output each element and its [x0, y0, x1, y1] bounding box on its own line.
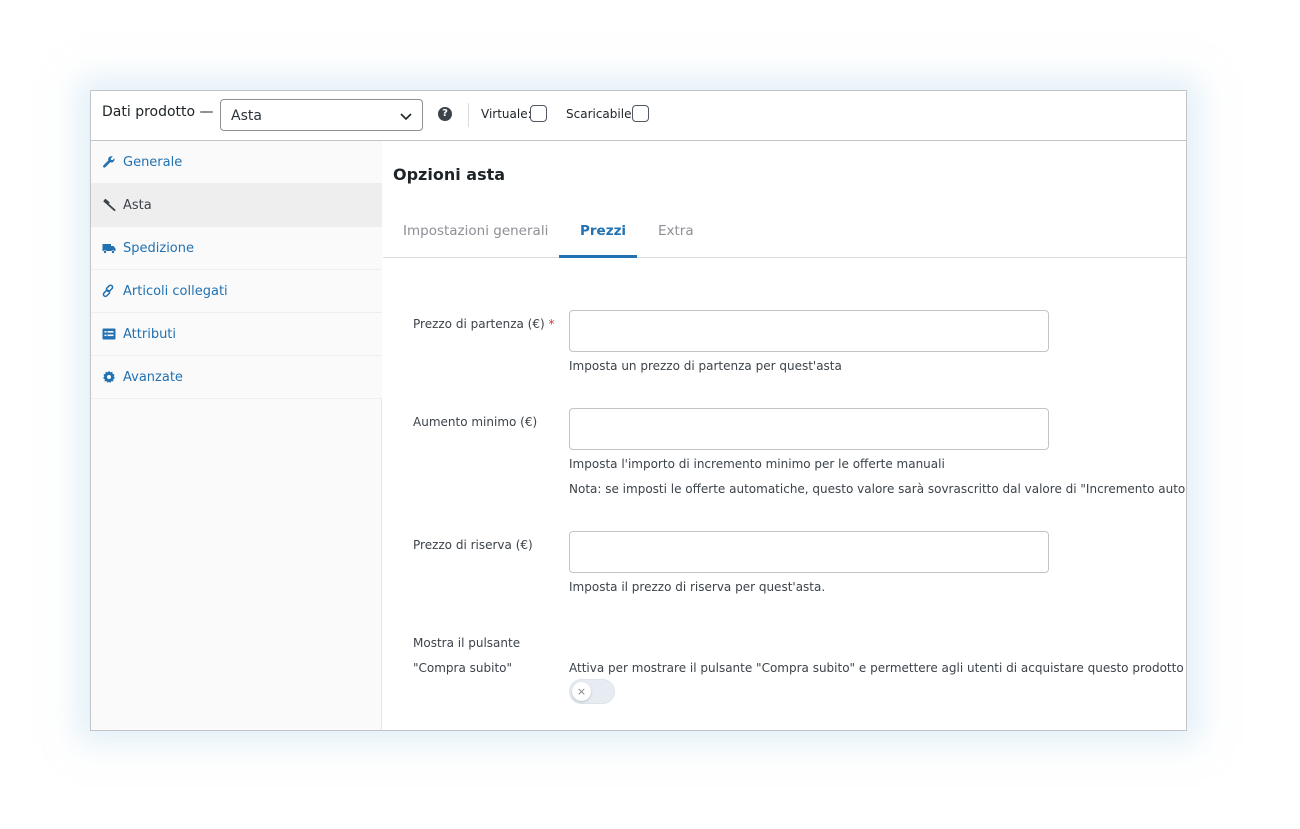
sidebar-item-label: Attributi — [123, 327, 177, 342]
gavel-icon — [103, 198, 116, 212]
sidebar-item-generale[interactable]: Generale — [91, 141, 382, 184]
required-marker: * — [548, 317, 555, 331]
product-data-header: Dati prodotto — Asta ? Virtuale: Scarica… — [91, 91, 1186, 141]
list-icon — [102, 328, 116, 340]
buy-now-help: Attiva per mostrare il pulsante "Compra … — [569, 661, 1186, 675]
product-data-panel: Dati prodotto — Asta ? Virtuale: Scarica… — [90, 90, 1187, 731]
link-icon — [102, 284, 114, 298]
header-divider — [468, 103, 469, 127]
auction-options-panel: Opzioni asta Impostazioni generali Prezz… — [383, 141, 1187, 730]
sidebar-item-label: Avanzate — [123, 370, 183, 385]
sidebar-item-label: Generale — [123, 155, 183, 170]
downloadable-checkbox[interactable] — [632, 105, 649, 122]
buy-now-label-line2: "Compra subito" — [413, 661, 513, 675]
min-increment-label: Aumento minimo (€) — [413, 415, 538, 429]
sidebar-item-label: Articoli collegati — [123, 284, 228, 299]
min-increment-help: Imposta l'importo di incremento minimo p… — [569, 457, 945, 471]
product-type-value: Asta — [231, 108, 262, 124]
sidebar-item-label: Spedizione — [123, 241, 194, 256]
sidebar-item-label: Asta — [123, 198, 152, 213]
reserve-price-label: Prezzo di riserva (€) — [413, 538, 533, 552]
min-increment-input[interactable] — [569, 408, 1049, 450]
sidebar-item-attributi[interactable]: Attributi — [91, 313, 382, 356]
chevron-down-icon — [400, 113, 412, 121]
product-data-title: Dati prodotto — — [102, 104, 214, 120]
downloadable-label: Scaricabile: — [566, 107, 636, 121]
product-data-tabs: Generale Asta Spedizione Articoli colleg… — [91, 141, 382, 730]
close-icon: × — [572, 682, 591, 701]
reserve-price-input[interactable] — [569, 531, 1049, 573]
sidebar-item-avanzate[interactable]: Avanzate — [91, 356, 382, 399]
virtual-label: Virtuale: — [481, 107, 532, 121]
tab-extra[interactable]: Extra — [658, 223, 694, 239]
product-type-select[interactable]: Asta — [220, 99, 423, 131]
buy-now-toggle[interactable]: × — [569, 679, 615, 704]
virtual-checkbox[interactable] — [530, 105, 547, 122]
section-title: Opzioni asta — [393, 165, 506, 184]
reserve-price-help: Imposta il prezzo di riserva per quest'a… — [569, 580, 826, 594]
start-price-label: Prezzo di partenza (€) * — [413, 317, 555, 331]
auction-tabs: Impostazioni generali Prezzi Extra — [383, 205, 1186, 258]
help-icon[interactable]: ? — [438, 107, 452, 121]
gear-icon — [103, 370, 115, 383]
wrench-icon — [103, 156, 115, 168]
truck-icon — [102, 244, 116, 254]
buy-now-label-line1: Mostra il pulsante — [413, 636, 521, 650]
start-price-input[interactable] — [569, 310, 1049, 352]
tab-prezzi[interactable]: Prezzi — [580, 223, 626, 239]
sidebar-item-spedizione[interactable]: Spedizione — [91, 227, 382, 270]
min-increment-note: Nota: se imposti le offerte automatiche,… — [569, 482, 1187, 496]
start-price-help: Imposta un prezzo di partenza per quest'… — [569, 359, 842, 373]
sidebar-item-articoli-collegati[interactable]: Articoli collegati — [91, 270, 382, 313]
active-tab-indicator — [559, 255, 637, 258]
tab-impostazioni-generali[interactable]: Impostazioni generali — [403, 223, 548, 239]
sidebar-item-asta[interactable]: Asta — [91, 184, 382, 227]
